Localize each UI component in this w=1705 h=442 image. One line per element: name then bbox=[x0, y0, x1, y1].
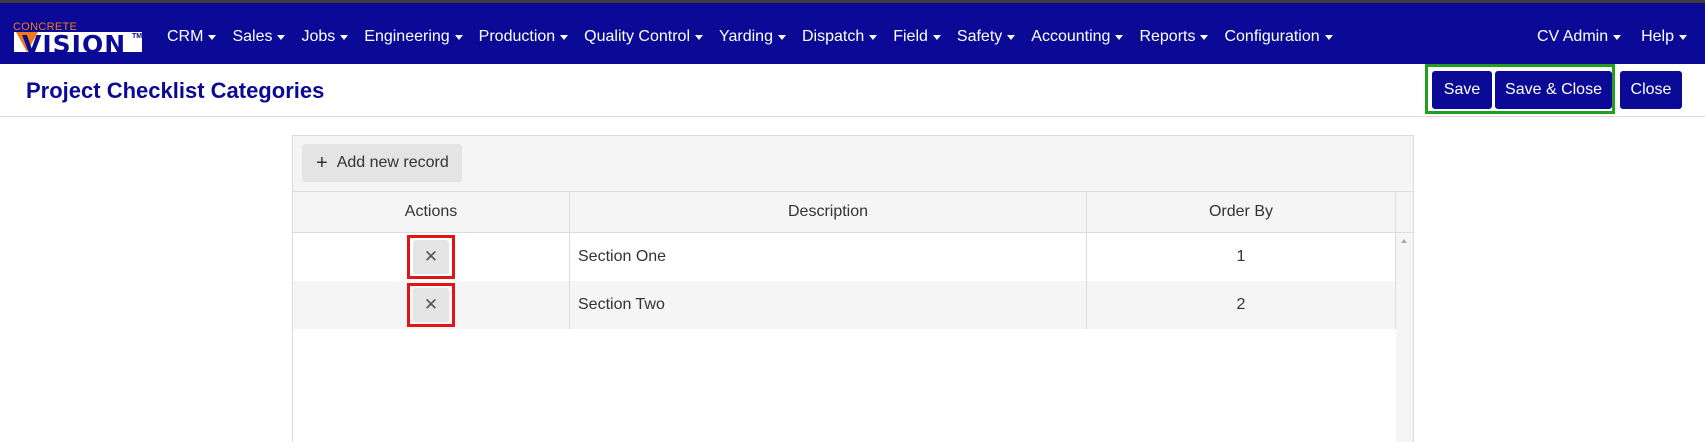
menu-reports[interactable]: Reports bbox=[1139, 28, 1209, 46]
scroll-up-arrow-icon[interactable] bbox=[1401, 239, 1407, 243]
grid-header-row: Actions Description Order By bbox=[293, 192, 1413, 233]
delete-highlight: ✕ bbox=[407, 283, 455, 327]
logo-box: VISION TM bbox=[12, 30, 144, 59]
caret-down-icon bbox=[277, 34, 286, 40]
menu-yarding-label: Yarding bbox=[719, 28, 773, 45]
page-title: Project Checklist Categories bbox=[26, 78, 325, 103]
menu-cv-admin-label: CV Admin bbox=[1536, 28, 1609, 45]
table-row[interactable]: ✕ Section One 1 bbox=[293, 233, 1396, 281]
menu-production-label: Production bbox=[478, 28, 556, 45]
close-icon: ✕ bbox=[423, 295, 439, 314]
caret-down-icon bbox=[560, 34, 569, 40]
menu-jobs-label: Jobs bbox=[301, 28, 336, 45]
add-new-record-button[interactable]: + Add new record bbox=[302, 144, 462, 182]
grid-toolbar: + Add new record bbox=[293, 136, 1413, 192]
logo-vision-text: VISION bbox=[22, 30, 127, 59]
caret-down-icon bbox=[932, 34, 941, 40]
menu-help[interactable]: Help bbox=[1641, 28, 1687, 46]
caret-down-icon bbox=[869, 34, 878, 40]
plus-icon: + bbox=[316, 152, 328, 174]
menu-crm-label: CRM bbox=[167, 28, 204, 45]
column-header-description[interactable]: Description bbox=[570, 192, 1087, 232]
description-cell[interactable]: Section One bbox=[570, 233, 1087, 281]
delete-highlight: ✕ bbox=[407, 235, 455, 279]
menu-dispatch-label: Dispatch bbox=[801, 28, 865, 45]
description-cell[interactable]: Section Two bbox=[570, 281, 1087, 329]
menu-accounting[interactable]: Accounting bbox=[1031, 28, 1124, 46]
save-close-button[interactable]: Save & Close bbox=[1495, 71, 1612, 109]
checklist-categories-grid: + Add new record Actions Description Ord… bbox=[292, 135, 1414, 442]
menu-safety[interactable]: Safety bbox=[956, 28, 1016, 46]
main-menu: CRM Sales Jobs Engineering Production Qu… bbox=[167, 25, 1349, 49]
menu-accounting-label: Accounting bbox=[1031, 28, 1111, 45]
menu-configuration-label: Configuration bbox=[1224, 28, 1320, 45]
order-by-cell[interactable]: 2 bbox=[1087, 281, 1396, 329]
menu-safety-label: Safety bbox=[956, 28, 1003, 45]
caret-down-icon bbox=[777, 34, 786, 40]
caret-down-icon bbox=[1324, 34, 1333, 40]
caret-down-icon bbox=[695, 34, 703, 40]
grid-body: ✕ Section One 1 ✕ Section Two 2 bbox=[293, 233, 1396, 329]
actions-cell: ✕ bbox=[293, 233, 570, 281]
caret-down-icon bbox=[1200, 34, 1209, 40]
menu-configuration[interactable]: Configuration bbox=[1224, 28, 1333, 46]
caret-down-icon bbox=[1613, 34, 1622, 40]
save-button[interactable]: Save bbox=[1432, 71, 1492, 109]
menu-quality-control[interactable]: Quality Control bbox=[584, 28, 703, 46]
caret-down-icon bbox=[340, 34, 349, 40]
grid-vertical-scrollbar[interactable] bbox=[1396, 233, 1413, 442]
close-icon: ✕ bbox=[423, 247, 439, 266]
caret-down-icon bbox=[454, 34, 463, 40]
caret-down-icon bbox=[208, 34, 217, 40]
delete-row-button[interactable]: ✕ bbox=[413, 288, 449, 322]
menu-engineering[interactable]: Engineering bbox=[364, 28, 463, 46]
actions-cell: ✕ bbox=[293, 281, 570, 329]
order-by-cell[interactable]: 1 bbox=[1087, 233, 1396, 281]
delete-row-button[interactable]: ✕ bbox=[413, 240, 449, 274]
caret-down-icon bbox=[1679, 34, 1687, 40]
caret-down-icon bbox=[1115, 34, 1124, 40]
menu-sales-label: Sales bbox=[232, 28, 273, 45]
menu-production[interactable]: Production bbox=[479, 28, 569, 46]
column-header-actions[interactable]: Actions bbox=[293, 192, 570, 232]
menu-quality-control-label: Quality Control bbox=[584, 28, 690, 45]
top-navbar: CONCRETE VISION TM CRM Sales Jobs Engine… bbox=[0, 0, 1705, 64]
menu-yarding[interactable]: Yarding bbox=[719, 28, 786, 46]
menu-dispatch[interactable]: Dispatch bbox=[801, 28, 878, 46]
menu-field[interactable]: Field bbox=[893, 28, 941, 46]
close-button[interactable]: Close bbox=[1620, 71, 1682, 109]
menu-crm[interactable]: CRM bbox=[167, 28, 217, 46]
menu-jobs[interactable]: Jobs bbox=[301, 28, 349, 46]
header-scroll-spacer bbox=[1396, 192, 1413, 232]
column-header-order-by[interactable]: Order By bbox=[1087, 192, 1396, 232]
menu-cv-admin[interactable]: CV Admin bbox=[1536, 28, 1622, 46]
menu-engineering-label: Engineering bbox=[364, 28, 450, 45]
menu-reports-label: Reports bbox=[1139, 28, 1196, 45]
menu-sales[interactable]: Sales bbox=[232, 28, 286, 46]
table-row[interactable]: ✕ Section Two 2 bbox=[293, 281, 1396, 329]
caret-down-icon bbox=[1007, 34, 1016, 40]
menu-field-label: Field bbox=[893, 28, 928, 45]
concrete-vision-logo[interactable]: CONCRETE VISION TM bbox=[12, 21, 144, 59]
menu-help-label: Help bbox=[1641, 28, 1674, 45]
add-new-record-label: Add new record bbox=[336, 154, 449, 171]
user-menu: CV Admin Help bbox=[1517, 25, 1687, 49]
logo-trademark: TM bbox=[132, 33, 143, 40]
